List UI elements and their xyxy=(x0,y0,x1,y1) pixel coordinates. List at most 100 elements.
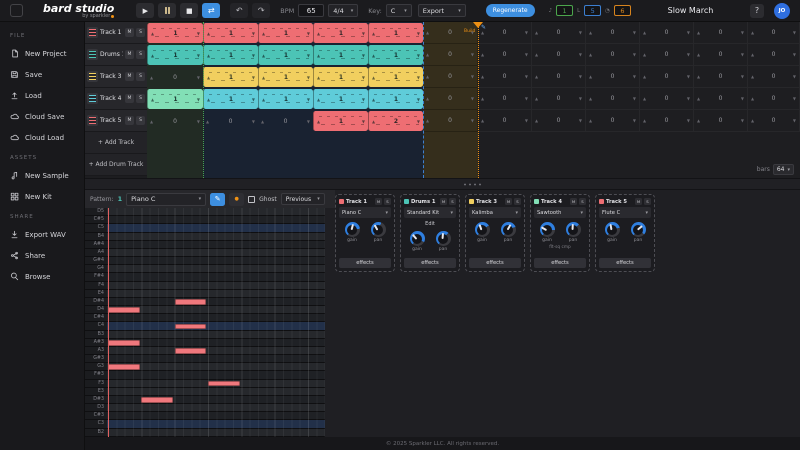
decrement-icon[interactable]: ▼ xyxy=(307,31,310,36)
pattern-clip[interactable]: ▲ 1 ▼ xyxy=(258,67,313,87)
track-row-track-5[interactable]: Track 5MS xyxy=(85,110,147,132)
instrument-select[interactable]: Flute C ▾ xyxy=(599,207,651,218)
mute-button[interactable]: M xyxy=(375,198,382,205)
sidebar-item-save[interactable]: Save xyxy=(0,64,84,85)
decrement-icon[interactable]: ▼ xyxy=(793,30,796,35)
note-lane[interactable] xyxy=(107,428,325,436)
increment-icon[interactable]: ▲ xyxy=(206,119,209,124)
decrement-icon[interactable]: ▼ xyxy=(362,119,365,124)
pattern-cell[interactable]: ▲ 0 ▼ xyxy=(748,44,800,66)
increment-icon[interactable]: ▲ xyxy=(372,97,375,102)
bars-select[interactable]: 64 ▾ xyxy=(772,164,794,175)
decrement-icon[interactable]: ▼ xyxy=(417,119,420,124)
decrement-icon[interactable]: ▼ xyxy=(252,119,255,124)
pattern-cell[interactable]: ▲ 0 ▼ xyxy=(694,44,748,66)
menu-button[interactable] xyxy=(10,4,23,17)
increment-icon[interactable]: ▲ xyxy=(151,97,154,102)
track-row-track-1[interactable]: Track 1MS xyxy=(85,22,147,44)
note-lane[interactable] xyxy=(107,355,325,363)
decrement-icon[interactable]: ▼ xyxy=(197,97,200,102)
regenerate-button[interactable]: Regenerate xyxy=(485,4,535,17)
pattern-clip[interactable]: ▲ 1 ▼ xyxy=(313,23,368,43)
decrement-icon[interactable]: ▼ xyxy=(471,52,474,57)
decrement-icon[interactable]: ▼ xyxy=(252,75,255,80)
decrement-icon[interactable]: ▼ xyxy=(579,96,582,101)
pattern-cell[interactable]: ▲ 0 ▼ xyxy=(586,66,640,88)
note-lane[interactable] xyxy=(107,248,325,257)
decrement-icon[interactable]: ▼ xyxy=(197,53,200,58)
increment-icon[interactable]: ▲ xyxy=(643,118,646,123)
pattern-cell[interactable]: ▲ 0 ▼ xyxy=(640,110,694,132)
help-button[interactable]: ? xyxy=(749,3,764,18)
decrement-icon[interactable]: ▼ xyxy=(307,97,310,102)
decrement-icon[interactable]: ▼ xyxy=(793,118,796,123)
note-lane[interactable] xyxy=(107,281,325,289)
sidebar-item-new-sample[interactable]: New Sample xyxy=(0,165,84,186)
decrement-icon[interactable]: ▼ xyxy=(633,30,636,35)
pattern-cell[interactable]: ▲ 0 ▼ xyxy=(694,22,748,44)
mute-button[interactable]: M xyxy=(635,198,642,205)
decrement-icon[interactable]: ▼ xyxy=(525,52,528,57)
pattern-clip[interactable]: ▲ 1 ▼ xyxy=(258,45,313,65)
note-lane[interactable] xyxy=(107,265,325,273)
pattern-cell[interactable]: ▲ 0 ▼ xyxy=(532,110,586,132)
decrement-icon[interactable]: ▼ xyxy=(252,97,255,102)
edit-kit-link[interactable]: Edit xyxy=(404,221,456,227)
note-lane[interactable] xyxy=(107,240,325,248)
increment-icon[interactable]: ▲ xyxy=(481,52,484,57)
sidebar-item-cloud-load[interactable]: Cloud Load xyxy=(0,127,84,148)
decrement-icon[interactable]: ▼ xyxy=(793,74,796,79)
decrement-icon[interactable]: ▼ xyxy=(793,96,796,101)
increment-icon[interactable]: ▲ xyxy=(481,96,484,101)
add-drum-track-button[interactable]: + Add Drum Track xyxy=(85,154,147,176)
note-lane[interactable] xyxy=(107,273,325,281)
pattern-cell[interactable]: ▲ 0 ▼ xyxy=(532,22,586,44)
pattern-cell[interactable]: ▲ 0 ▼ xyxy=(258,110,313,132)
sidebar-item-load[interactable]: Load xyxy=(0,85,84,106)
pattern-clip[interactable]: ▲ 1 ▼ xyxy=(313,45,368,65)
pattern-cell[interactable]: ▲ 0 ▼ xyxy=(478,110,532,132)
note-lane[interactable] xyxy=(107,404,325,412)
pattern-clip[interactable]: ▲ 1 ▼ xyxy=(147,23,203,43)
pattern-cell[interactable]: ▲ 0 ▼ xyxy=(748,88,800,110)
pattern-clip[interactable]: ▲ 1 ▼ xyxy=(313,111,368,131)
pattern-clip[interactable]: ▲ 1 ▼ xyxy=(368,67,423,87)
decrement-icon[interactable]: ▼ xyxy=(417,53,420,58)
instrument-select[interactable]: Sawtooth ▾ xyxy=(534,207,586,218)
pattern-cell[interactable]: ▲ 0 ▼ xyxy=(147,110,203,132)
sidebar-item-share[interactable]: Share xyxy=(0,245,84,266)
increment-icon[interactable]: ▲ xyxy=(697,52,700,57)
increment-icon[interactable]: ▲ xyxy=(751,30,754,35)
decrement-icon[interactable]: ▼ xyxy=(633,52,636,57)
increment-icon[interactable]: ▲ xyxy=(589,96,592,101)
note-lane[interactable] xyxy=(107,297,325,306)
instrument-select[interactable]: Kalimba ▾ xyxy=(469,207,521,218)
note-lane[interactable] xyxy=(107,314,325,322)
note-lane[interactable] xyxy=(107,387,325,395)
increment-icon[interactable]: ▲ xyxy=(589,52,592,57)
note-lane[interactable] xyxy=(107,420,325,428)
increment-icon[interactable]: ▲ xyxy=(261,119,264,124)
decrement-icon[interactable]: ▼ xyxy=(633,74,636,79)
mute-button[interactable]: M xyxy=(570,198,577,205)
increment-icon[interactable]: ▲ xyxy=(426,74,429,79)
decrement-icon[interactable]: ▼ xyxy=(417,75,420,80)
increment-icon[interactable]: ▲ xyxy=(317,97,320,102)
increment-icon[interactable]: ▲ xyxy=(262,31,265,36)
pattern-cell[interactable]: ▲ 0 ▼ xyxy=(694,88,748,110)
instrument-select[interactable]: Piano C ▾ xyxy=(339,207,391,218)
pattern-cell[interactable]: ▲ 0 ▼ xyxy=(478,22,532,44)
decrement-icon[interactable]: ▼ xyxy=(579,52,582,57)
effects-button[interactable]: effects xyxy=(599,258,651,268)
decrement-icon[interactable]: ▼ xyxy=(362,97,365,102)
decrement-icon[interactable]: ▼ xyxy=(633,96,636,101)
increment-icon[interactable]: ▲ xyxy=(751,74,754,79)
decrement-icon[interactable]: ▼ xyxy=(307,75,310,80)
midi-note-d-4[interactable] xyxy=(174,298,207,305)
increment-icon[interactable]: ▲ xyxy=(426,52,429,57)
solo-button[interactable]: S xyxy=(136,28,145,37)
pattern-cell[interactable]: ▲ 0 ▼ xyxy=(423,66,478,88)
increment-icon[interactable]: ▲ xyxy=(535,30,538,35)
sidebar-item-new-kit[interactable]: New Kit xyxy=(0,186,84,207)
decrement-icon[interactable]: ▼ xyxy=(471,118,474,123)
